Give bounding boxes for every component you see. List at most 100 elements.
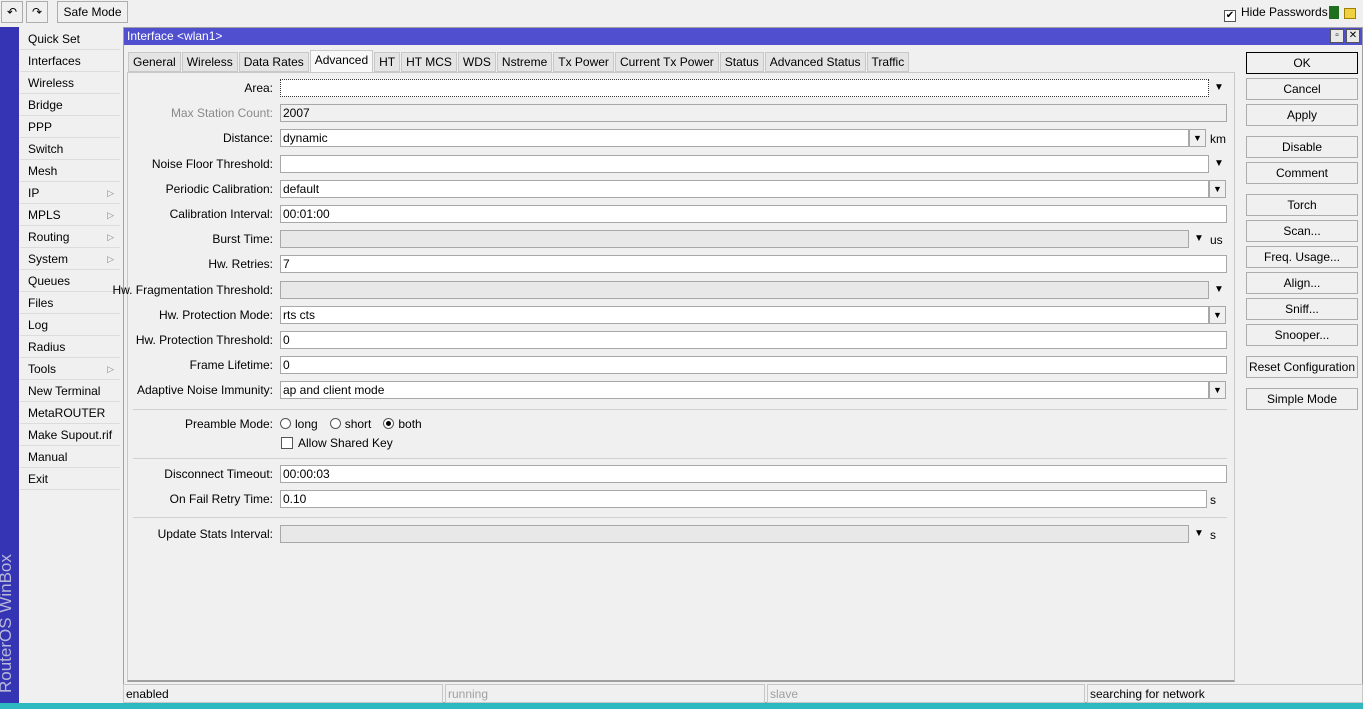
- tab-wds[interactable]: WDS: [457, 52, 496, 72]
- tab-tx-power[interactable]: Tx Power: [553, 52, 614, 72]
- sniff-button[interactable]: Sniff...: [1246, 298, 1358, 320]
- hw-retries-field[interactable]: 7: [280, 255, 1227, 274]
- frame-lifetime-field[interactable]: 0: [280, 356, 1227, 375]
- submenu-arrow-icon: ▷: [107, 364, 114, 374]
- status-running: running: [445, 684, 765, 703]
- dropdown-button[interactable]: ▼: [1209, 305, 1226, 324]
- sidebar-item-wireless[interactable]: Wireless: [20, 72, 120, 94]
- sidebar-item-label: Manual: [28, 450, 68, 464]
- sidebar-item-system[interactable]: System ▷: [20, 248, 120, 270]
- sidebar-item-log[interactable]: Log: [20, 314, 120, 336]
- sidebar-item-ip[interactable]: IP ▷: [20, 182, 120, 204]
- redo-button[interactable]: ↷: [26, 1, 48, 23]
- scan-button[interactable]: Scan...: [1246, 220, 1358, 242]
- on-fail-retry-time-field[interactable]: 0.10: [280, 490, 1207, 508]
- comment-button[interactable]: Comment: [1246, 162, 1358, 184]
- radio-long[interactable]: long: [280, 417, 318, 431]
- sidebar-item-manual[interactable]: Manual: [20, 446, 120, 468]
- ok-button[interactable]: OK: [1246, 52, 1358, 74]
- sidebar-item-label: Files: [28, 296, 54, 310]
- allow-shared-key-checkbox[interactable]: Allow Shared Key: [281, 436, 393, 450]
- chevron-down-icon[interactable]: ▼: [1194, 528, 1204, 539]
- sidebar-item-label: New Terminal: [28, 384, 101, 398]
- sidebar-item-quick-set[interactable]: Quick Set: [20, 28, 120, 50]
- simple-mode-button[interactable]: Simple Mode: [1246, 388, 1358, 410]
- sidebar-item-routing[interactable]: Routing ▷: [20, 226, 120, 248]
- torch-button[interactable]: Torch: [1246, 194, 1358, 216]
- chevron-down-icon[interactable]: ▼: [1214, 82, 1224, 93]
- calibration-interval-field[interactable]: 00:01:00: [280, 205, 1227, 223]
- sidebar-item-switch[interactable]: Switch: [20, 138, 120, 160]
- tab-advanced[interactable]: Advanced: [309, 50, 374, 72]
- dropdown-button[interactable]: ▼: [1189, 129, 1206, 148]
- radio-both[interactable]: both: [383, 417, 422, 431]
- apply-button[interactable]: Apply: [1246, 104, 1358, 126]
- sidebar-item-label: PPP: [28, 120, 53, 134]
- freq-usage-button[interactable]: Freq. Usage...: [1246, 246, 1358, 268]
- sidebar-menu: Quick Set Interfaces Wireless Bridge PPP Swit…: [20, 28, 120, 490]
- sidebar-item-make-supout-rif[interactable]: Make Supout.rif: [20, 424, 120, 446]
- hide-passwords-label: Hide Passwords: [1241, 5, 1328, 19]
- hw-protection-threshold-field[interactable]: 0: [280, 331, 1227, 349]
- distance-field[interactable]: dynamic: [280, 129, 1189, 148]
- dropdown-button[interactable]: ▼: [1209, 381, 1226, 400]
- align-button[interactable]: Align...: [1246, 272, 1358, 294]
- sidebar-item-mpls[interactable]: MPLS ▷: [20, 204, 120, 226]
- sidebar-item-mesh[interactable]: Mesh: [20, 160, 120, 182]
- chevron-down-icon[interactable]: ▼: [1214, 158, 1224, 169]
- radio-short[interactable]: short: [329, 417, 371, 431]
- snooper-button[interactable]: Snooper...: [1246, 324, 1358, 346]
- field-label: Hw. Protection Threshold:: [135, 333, 273, 347]
- sidebar-item-label: Switch: [28, 142, 64, 156]
- restore-icon[interactable]: ▫: [1330, 29, 1344, 43]
- tab-nstreme[interactable]: Nstreme: [496, 52, 553, 72]
- area-field[interactable]: [280, 79, 1209, 97]
- tab-traffic[interactable]: Traffic: [866, 52, 910, 72]
- sidebar-item-tools[interactable]: Tools ▷: [20, 358, 120, 380]
- field-label: Periodic Calibration:: [165, 181, 273, 196]
- sidebar-item-radius[interactable]: Radius: [20, 336, 120, 358]
- tab-data-rates[interactable]: Data Rates: [238, 52, 309, 72]
- tab-advanced-status[interactable]: Advanced Status: [764, 52, 866, 72]
- tab-current-tx-power[interactable]: Current Tx Power: [614, 52, 719, 72]
- sidebar-item-queues[interactable]: Queues: [20, 270, 120, 292]
- noise-floor-threshold-field[interactable]: [280, 154, 1209, 173]
- reset-configuration-button[interactable]: Reset Configuration: [1246, 356, 1358, 378]
- check-icon: ✔: [1224, 10, 1236, 22]
- dropdown-button[interactable]: ▼: [1209, 179, 1226, 198]
- max-station-count-field[interactable]: 2007: [280, 104, 1227, 123]
- disconnect-timeout-field[interactable]: 00:00:03: [280, 465, 1227, 483]
- undo-button[interactable]: ↶: [1, 1, 23, 23]
- safe-mode-button[interactable]: Safe Mode: [57, 1, 128, 23]
- chevron-down-icon[interactable]: ▼: [1194, 233, 1204, 244]
- sidebar-item-metarouter[interactable]: MetaROUTER: [20, 402, 120, 424]
- close-icon[interactable]: ✕: [1346, 29, 1360, 43]
- sidebar-item-label: Routing: [28, 230, 70, 244]
- tab-general[interactable]: General: [128, 52, 181, 72]
- tab-ht-mcs[interactable]: HT MCS: [401, 52, 457, 72]
- sidebar-item-label: Interfaces: [28, 54, 81, 68]
- sidebar-item-new-terminal[interactable]: New Terminal: [20, 380, 120, 402]
- disable-button[interactable]: Disable: [1246, 136, 1358, 158]
- sidebar-item-files[interactable]: Files: [20, 292, 120, 314]
- hide-passwords-checkbox[interactable]: ✔ Hide Passwords: [1224, 5, 1328, 22]
- tab-wireless[interactable]: Wireless: [181, 52, 238, 72]
- adaptive-noise-immunity-field[interactable]: ap and client mode: [280, 381, 1209, 400]
- status-slave: slave: [767, 684, 1085, 703]
- hw-protection-mode-field[interactable]: rts cts: [280, 305, 1209, 324]
- radio-icon: [383, 418, 395, 429]
- sidebar-item-label: Radius: [28, 340, 66, 354]
- periodic-calibration-field[interactable]: default: [280, 179, 1209, 198]
- field-label: Burst Time:: [212, 232, 273, 247]
- chevron-down-icon[interactable]: ▼: [1214, 284, 1224, 295]
- radio-label: both: [398, 417, 422, 431]
- sidebar-item-ppp[interactable]: PPP: [20, 116, 120, 138]
- sidebar-item-exit[interactable]: Exit: [20, 468, 120, 490]
- tab-status[interactable]: Status: [719, 52, 764, 72]
- sidebar-item-interfaces[interactable]: Interfaces: [20, 50, 120, 72]
- sidebar-item-bridge[interactable]: Bridge: [20, 94, 120, 116]
- field-label: Max Station Count:: [170, 106, 273, 121]
- cancel-button[interactable]: Cancel: [1246, 78, 1358, 100]
- tab-ht[interactable]: HT: [374, 52, 401, 72]
- sidebar-item-label: System: [28, 252, 69, 266]
